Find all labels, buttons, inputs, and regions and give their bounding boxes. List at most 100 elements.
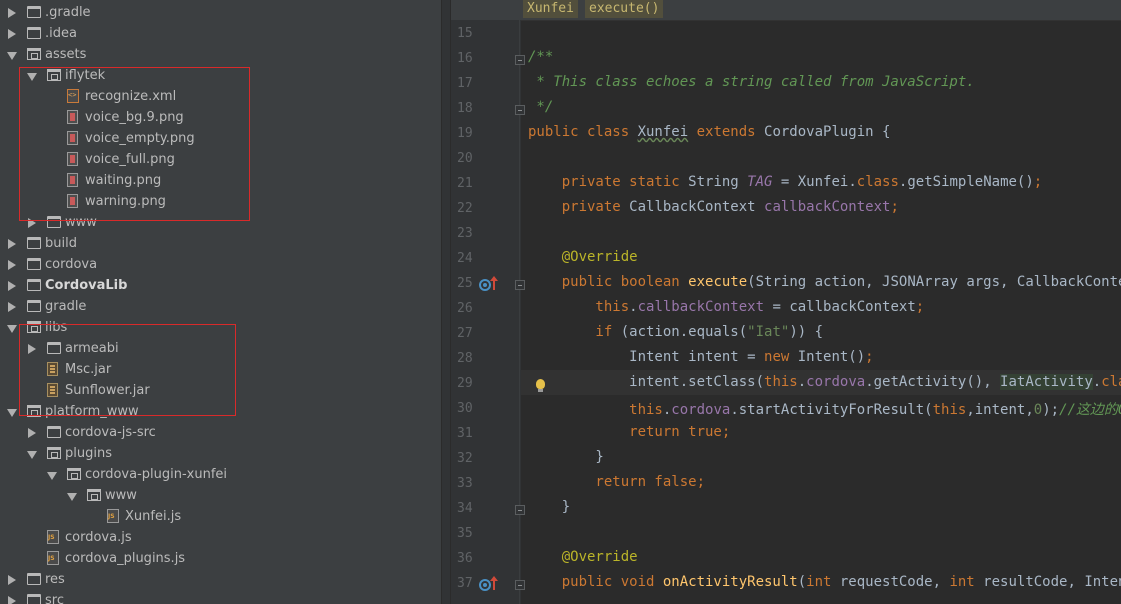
tree-item-label: src: [45, 593, 64, 604]
js-file-icon: [47, 551, 59, 565]
expand-arrow-icon[interactable]: [8, 29, 16, 39]
code-token: (String action, JSONArray args, Callback…: [747, 274, 1121, 290]
tree-item[interactable]: www: [0, 486, 441, 507]
code-line[interactable]: public boolean execute(String action, JS…: [528, 274, 1121, 290]
code-line[interactable]: @Override: [528, 249, 638, 265]
code-line[interactable]: private CallbackContext callbackContext;: [528, 199, 899, 215]
intention-bulb-icon[interactable]: [536, 379, 545, 392]
code-line[interactable]: this.callbackContext = callbackContext;: [528, 299, 924, 315]
code-token: .startActivityForResult(: [730, 402, 933, 418]
tree-item[interactable]: .gradle: [0, 3, 441, 24]
tree-item[interactable]: cordova.js: [0, 528, 441, 549]
code-token: class: [856, 174, 899, 190]
expand-arrow-icon[interactable]: [8, 239, 16, 249]
expand-arrow-icon[interactable]: [8, 302, 16, 312]
panel-splitter[interactable]: [441, 0, 451, 604]
tree-item[interactable]: cordova-js-src: [0, 423, 441, 444]
line-number: 28: [457, 351, 473, 366]
code-editor[interactable]: Xunfei execute() 15 16 17 18 19 20 21 22 23 24 25 2…: [451, 0, 1121, 604]
folder-icon: [87, 489, 101, 501]
code-token: ;: [865, 349, 874, 365]
fold-marker-icon[interactable]: [515, 55, 525, 65]
collapse-arrow-icon[interactable]: [47, 472, 57, 480]
code-line[interactable]: return true;: [528, 424, 730, 440]
fold-marker-icon[interactable]: [515, 280, 525, 290]
line-number: 34: [457, 501, 473, 516]
tree-item[interactable]: build: [0, 234, 441, 255]
expand-arrow-icon[interactable]: [28, 428, 36, 438]
code-token: .: [1092, 374, 1102, 390]
line-number: 29: [457, 376, 473, 391]
code-token: private static: [528, 174, 689, 190]
tree-item[interactable]: plugins: [0, 444, 441, 465]
folder-icon: [67, 468, 81, 480]
expand-arrow-icon[interactable]: [8, 575, 16, 585]
code-line[interactable]: return false;: [528, 474, 705, 490]
line-number: 22: [457, 201, 473, 216]
code-line[interactable]: public class Xunfei extends CordovaPlugi…: [528, 124, 890, 140]
collapse-arrow-icon[interactable]: [7, 325, 17, 333]
code-token: ;: [915, 299, 925, 315]
code-line[interactable]: public void onActivityResult(int request…: [528, 574, 1121, 590]
folder-icon: [27, 6, 41, 18]
tree-item[interactable]: src: [0, 591, 441, 604]
collapse-arrow-icon[interactable]: [7, 52, 17, 60]
expand-arrow-icon[interactable]: [8, 8, 16, 18]
code-token: ;: [721, 424, 731, 440]
tree-item[interactable]: CordovaLib: [0, 276, 441, 297]
code-token: this: [764, 374, 798, 390]
line-number: 17: [457, 76, 473, 91]
tree-item[interactable]: cordova-plugin-xunfei: [0, 465, 441, 486]
code-line[interactable]: /**: [528, 49, 553, 65]
overridden-arrow-icon[interactable]: [490, 276, 498, 290]
code-token: (: [797, 574, 807, 590]
module-folder-icon: [27, 279, 41, 291]
code-token: String: [688, 174, 748, 190]
code-token: Intent intent =: [528, 349, 765, 365]
expand-arrow-icon[interactable]: [8, 281, 16, 291]
code-line[interactable]: this.cordova.startActivityForResult(this…: [528, 399, 1121, 419]
code-line[interactable]: */: [528, 99, 553, 115]
code-line[interactable]: Intent intent = new Intent();: [528, 349, 874, 365]
code-token: class: [1101, 374, 1121, 390]
fold-marker-icon[interactable]: [515, 580, 525, 590]
code-token: public void: [528, 574, 663, 590]
code-token: );: [1042, 402, 1060, 418]
collapse-arrow-icon[interactable]: [27, 451, 37, 459]
line-number-gutter: 15 16 17 18 19 20 21 22 23 24 25 26 27 28 29 30 31 32 33 34…: [451, 20, 521, 604]
fold-marker-icon[interactable]: [515, 505, 525, 515]
tree-item[interactable]: res: [0, 570, 441, 591]
tree-item[interactable]: cordova_plugins.js: [0, 549, 441, 570]
code-line[interactable]: }: [528, 499, 570, 515]
tree-item-label: plugins: [65, 446, 112, 461]
code-token: = Xunfei.: [772, 174, 857, 190]
code-line[interactable]: if (action.equals("Iat")) {: [528, 324, 823, 340]
collapse-arrow-icon[interactable]: [67, 493, 77, 501]
tree-item-label: cordova-js-src: [65, 425, 156, 440]
tree-item[interactable]: .idea: [0, 24, 441, 45]
code-token: = callbackContext: [764, 299, 916, 315]
code-token: private: [528, 199, 630, 215]
fold-marker-icon[interactable]: [515, 105, 525, 115]
code-token: * This class echoes a string called from…: [528, 74, 975, 90]
tree-item[interactable]: cordova: [0, 255, 441, 276]
code-line[interactable]: private static String TAG = Xunfei.class…: [528, 174, 1043, 190]
tree-item-label: www: [105, 488, 137, 503]
code-line[interactable]: @Override: [528, 549, 638, 565]
code-line[interactable]: * This class echoes a string called from…: [528, 74, 975, 90]
code-token: this: [528, 299, 630, 315]
overridden-arrow-icon[interactable]: [490, 576, 498, 590]
tree-item[interactable]: Xunfei.js: [0, 507, 441, 528]
tree-item[interactable]: assets: [0, 45, 441, 66]
folder-icon: [27, 48, 41, 60]
breadcrumb-class[interactable]: Xunfei: [523, 0, 578, 18]
expand-arrow-icon[interactable]: [8, 260, 16, 270]
tree-item[interactable]: gradle: [0, 297, 441, 318]
breadcrumb-method[interactable]: execute(): [585, 0, 664, 18]
code-token: ;: [1033, 174, 1043, 190]
collapse-arrow-icon[interactable]: [7, 409, 17, 417]
line-number: 20: [457, 151, 473, 166]
code-line[interactable]: }: [528, 449, 603, 465]
code-line[interactable]: intent.setClass(this.cordova.getActivity…: [528, 374, 1121, 390]
expand-arrow-icon[interactable]: [8, 596, 16, 604]
